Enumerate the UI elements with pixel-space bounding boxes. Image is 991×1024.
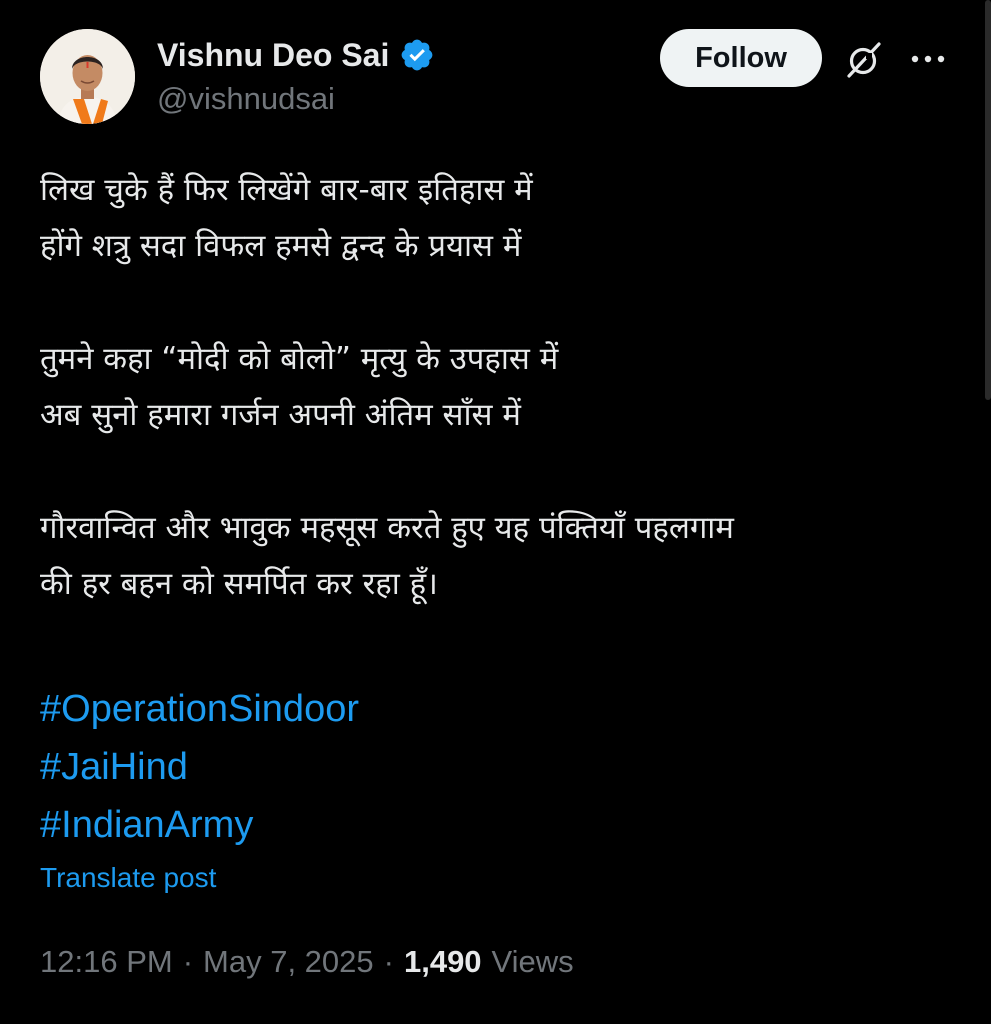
display-name[interactable]: Vishnu Deo Sai bbox=[157, 37, 389, 74]
post-date[interactable]: May 7, 2025 bbox=[203, 944, 374, 980]
meta-separator: · bbox=[182, 944, 194, 979]
meta-separator: · bbox=[383, 944, 394, 979]
avatar[interactable] bbox=[40, 29, 135, 124]
post-meta: 12:16 PM · May 7, 2025 · 1,490 Views bbox=[40, 944, 574, 980]
post-stanza: तुमने कहा “मोदी को बोलो” मृत्यु के उपहास… bbox=[40, 331, 960, 443]
author-handle[interactable]: @vishnudsai bbox=[157, 81, 335, 117]
views-count[interactable]: 1,490 bbox=[404, 944, 482, 980]
post-line: होंगे शत्रु सदा विफल हमसे द्वन्द के प्रय… bbox=[40, 228, 522, 264]
translate-post-link[interactable]: Translate post bbox=[40, 862, 216, 894]
follow-button[interactable]: Follow bbox=[660, 29, 822, 87]
profile-photo-icon bbox=[40, 29, 135, 124]
grok-icon[interactable] bbox=[842, 38, 886, 82]
post-text: लिख चुके हैं फिर लिखेंगे बार-बार इतिहास … bbox=[40, 162, 960, 669]
post-line: तुमने कहा “मोदी को बोलो” मृत्यु के उपहास… bbox=[40, 341, 559, 377]
post-time[interactable]: 12:16 PM bbox=[40, 944, 173, 980]
post-line: लिख चुके हैं फिर लिखेंगे बार-बार इतिहास … bbox=[40, 172, 533, 208]
post-line: अब सुनो हमारा गर्जन अपनी अंतिम साँस में bbox=[40, 397, 521, 433]
more-options-icon[interactable] bbox=[906, 42, 950, 76]
post-line: की हर बहन को समर्पित कर रहा हूँ। bbox=[40, 566, 438, 602]
hashtag-list: #OperationSindoor #JaiHind #IndianArmy bbox=[40, 680, 359, 854]
hashtag-link-indianarmy[interactable]: #IndianArmy bbox=[40, 796, 359, 854]
post-stanza: लिख चुके हैं फिर लिखेंगे बार-बार इतिहास … bbox=[40, 162, 960, 274]
author-name-row[interactable]: Vishnu Deo Sai bbox=[157, 33, 435, 77]
post-line: गौरवान्वित और भावुक महसूस करते हुए यह पं… bbox=[40, 510, 734, 546]
hashtag-link-operationsindoor[interactable]: #OperationSindoor bbox=[40, 680, 359, 738]
tweet-detail: Vishnu Deo Sai @vishnudsai Follow लिख चु… bbox=[0, 0, 991, 1024]
scrollbar[interactable] bbox=[985, 0, 991, 400]
verified-badge-icon[interactable] bbox=[399, 37, 435, 73]
post-stanza: गौरवान्वित और भावुक महसूस करते हुए यह पं… bbox=[40, 500, 960, 612]
views-label[interactable]: Views bbox=[492, 944, 574, 980]
hashtag-link-jaihind[interactable]: #JaiHind bbox=[40, 738, 359, 796]
